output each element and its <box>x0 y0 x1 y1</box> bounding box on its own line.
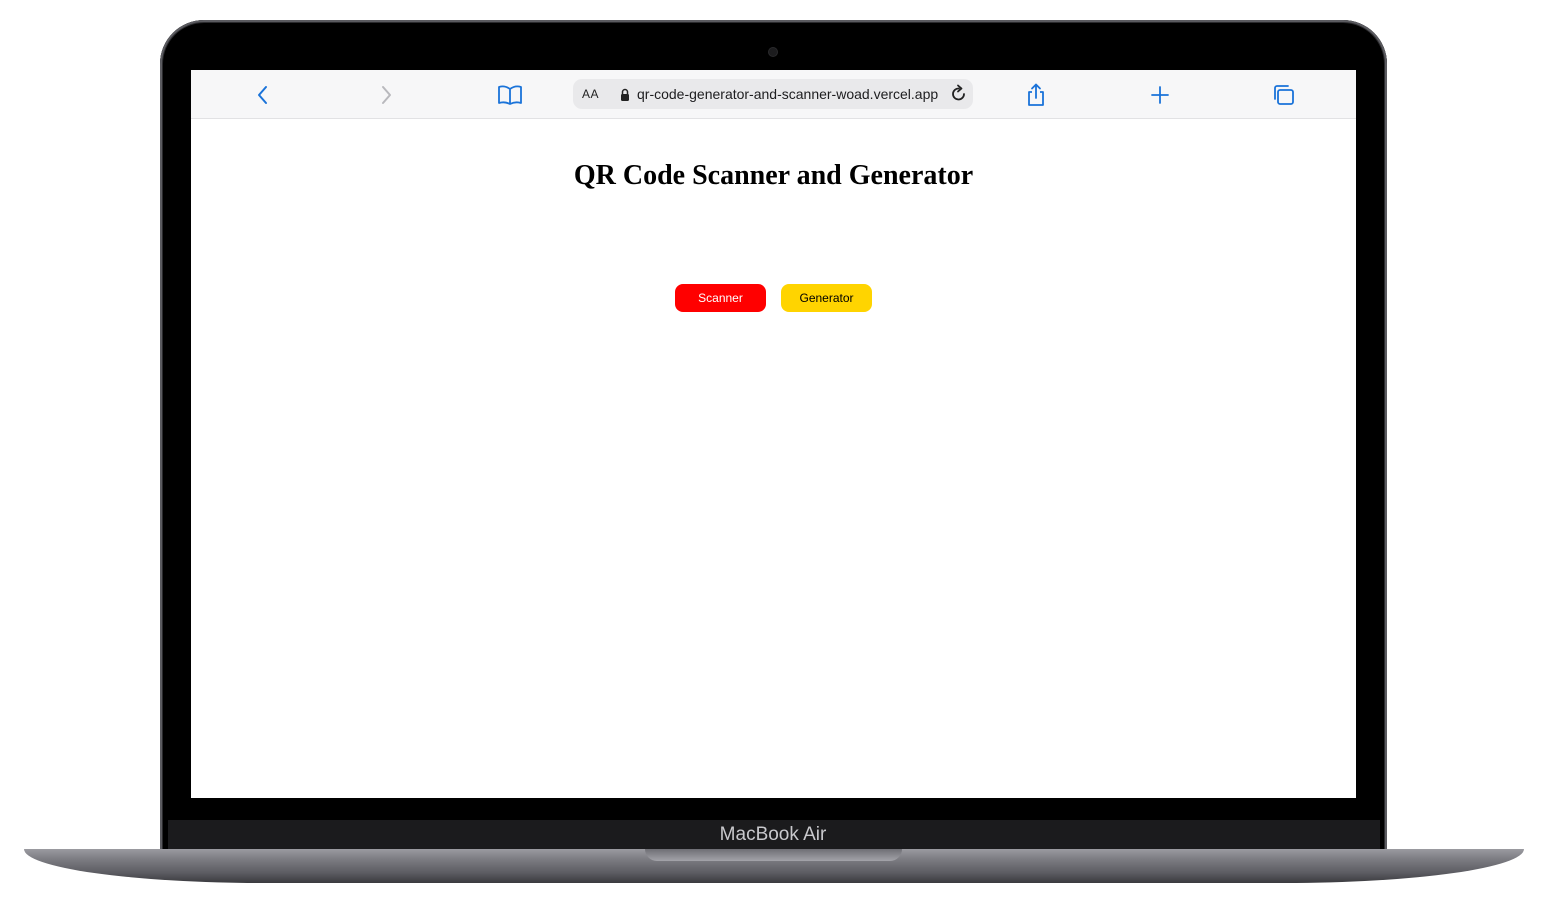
back-button[interactable] <box>250 82 276 108</box>
scanner-button[interactable]: Scanner <box>675 284 766 312</box>
forward-button[interactable] <box>373 82 399 108</box>
camera-icon <box>769 48 777 56</box>
generator-button[interactable]: Generator <box>781 284 872 312</box>
share-icon <box>1028 83 1044 106</box>
plus-icon <box>1151 86 1169 104</box>
brand-label: MacBook Air <box>719 824 827 845</box>
tabs-overview-icon <box>1274 85 1294 105</box>
chevron-left-icon <box>258 86 267 104</box>
tabs-overview-button[interactable] <box>1271 82 1297 108</box>
new-tab-button[interactable] <box>1147 82 1173 108</box>
hinge-notch <box>645 849 902 861</box>
url-text[interactable]: qr-code-generator-and-scanner-woad.verce… <box>637 86 938 102</box>
text-size-button[interactable]: AA <box>582 87 599 101</box>
page-title: QR Code Scanner and Generator <box>573 160 974 191</box>
share-button[interactable] <box>1023 82 1049 108</box>
bookmarks-button[interactable] <box>497 82 523 108</box>
address-bar[interactable]: AA qr-code-generator-and-scanner-woad.ve… <box>573 79 973 109</box>
book-icon <box>498 85 522 105</box>
reload-icon <box>952 84 965 101</box>
browser-window: AA qr-code-generator-and-scanner-woad.ve… <box>191 70 1356 798</box>
reload-button[interactable] <box>949 84 969 109</box>
chevron-right-icon <box>382 86 391 104</box>
lock-icon <box>621 88 629 101</box>
mode-button-group: Scanner Generator <box>675 284 872 312</box>
browser-toolbar: AA qr-code-generator-and-scanner-woad.ve… <box>191 70 1356 119</box>
